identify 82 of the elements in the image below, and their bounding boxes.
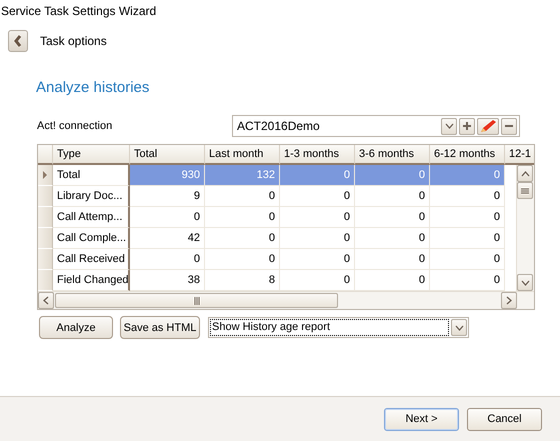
column-header[interactable]: Total	[130, 145, 205, 165]
chevron-left-icon	[43, 296, 49, 305]
table-cell: 0	[280, 270, 355, 291]
plus-icon	[463, 122, 471, 130]
vertical-scrollbar[interactable]	[516, 165, 534, 291]
table-cell: 0	[280, 207, 355, 228]
table-cell: 0	[355, 207, 430, 228]
table-cell: 0	[205, 207, 280, 228]
table-cell: 9	[130, 186, 205, 207]
table-cell: 0	[280, 249, 355, 270]
connection-label: Act! connection	[37, 120, 114, 132]
grip-icon	[521, 188, 529, 194]
scroll-thumb[interactable]	[517, 182, 533, 199]
section-heading: Analyze histories	[36, 79, 150, 96]
row-pointer-icon	[43, 171, 47, 179]
add-button[interactable]	[459, 118, 475, 134]
grip-icon	[194, 296, 200, 304]
edit-button[interactable]	[477, 118, 499, 134]
table-cell: 0	[205, 249, 280, 270]
page-title: Task options	[40, 34, 107, 48]
column-header[interactable]: 12-1	[505, 145, 534, 165]
table-cell: 0	[430, 165, 505, 186]
horizontal-scrollbar[interactable]	[38, 291, 534, 309]
analyze-button[interactable]: Analyze	[39, 316, 113, 339]
remove-button[interactable]	[501, 118, 517, 134]
scroll-down-button[interactable]	[517, 274, 533, 291]
table-cell: Call Received	[53, 249, 130, 270]
table-cell: 8	[205, 270, 280, 291]
next-button[interactable]: Next >	[384, 408, 459, 430]
chevron-left-icon	[14, 35, 22, 47]
table-cell: 0	[280, 165, 355, 186]
table-cell: 0	[205, 186, 280, 207]
table-cell: Total	[53, 165, 130, 186]
table-cell: 0	[430, 228, 505, 249]
table-cell: Field Changed	[53, 270, 130, 291]
scroll-right-button[interactable]	[501, 292, 517, 309]
table-cell: 0	[430, 186, 505, 207]
column-header[interactable]: 6-12 months	[430, 145, 505, 165]
table-cell: 42	[130, 228, 205, 249]
table-cell: 132	[205, 165, 280, 186]
column-header[interactable]: Type	[53, 145, 130, 165]
table-cell: 38	[130, 270, 205, 291]
table-cell: 0	[130, 249, 205, 270]
table-cell: Library Doc...	[53, 186, 130, 207]
table-cell: 0	[430, 249, 505, 270]
table-cell: 0	[130, 207, 205, 228]
report-select[interactable]: Show History age report	[208, 317, 469, 338]
table-cell: 0	[430, 270, 505, 291]
dropdown-button[interactable]	[441, 118, 457, 134]
minus-icon	[505, 122, 513, 130]
column-header[interactable]: 3-6 months	[355, 145, 430, 165]
table-cell: 0	[355, 270, 430, 291]
scroll-left-button[interactable]	[38, 292, 54, 309]
table-cell: 0	[355, 228, 430, 249]
table-cell: 0	[355, 249, 430, 270]
table-cell: 0	[355, 186, 430, 207]
table-cell: Call Attemp...	[53, 207, 130, 228]
scroll-up-button[interactable]	[517, 165, 533, 182]
dropdown-button[interactable]	[451, 319, 467, 336]
chevron-down-icon	[444, 123, 454, 129]
pencil-icon	[479, 118, 497, 134]
table-cell: 0	[430, 207, 505, 228]
column-header[interactable]: Last month	[205, 145, 280, 165]
chevron-right-icon	[506, 296, 512, 305]
table-cell: 0	[205, 228, 280, 249]
window-title: Service Task Settings Wizard	[0, 3, 158, 20]
save-html-button[interactable]: Save as HTML	[120, 316, 200, 339]
table-cell: 0	[355, 165, 430, 186]
table-cell: 930	[130, 165, 205, 186]
chevron-down-icon	[454, 324, 464, 330]
back-button[interactable]	[8, 30, 28, 52]
row-header[interactable]	[38, 165, 53, 186]
scroll-thumb[interactable]	[55, 293, 338, 308]
chevron-down-icon	[520, 280, 530, 286]
grid-corner	[38, 145, 53, 165]
cancel-button[interactable]: Cancel	[467, 408, 542, 430]
table-cell: Call Comple...	[53, 228, 130, 249]
table-cell: 0	[280, 186, 355, 207]
table-cell: 0	[280, 228, 355, 249]
chevron-up-icon	[520, 170, 530, 176]
column-header[interactable]: 1-3 months	[280, 145, 355, 165]
connection-combo[interactable]: ACT2016Demo	[232, 115, 520, 137]
